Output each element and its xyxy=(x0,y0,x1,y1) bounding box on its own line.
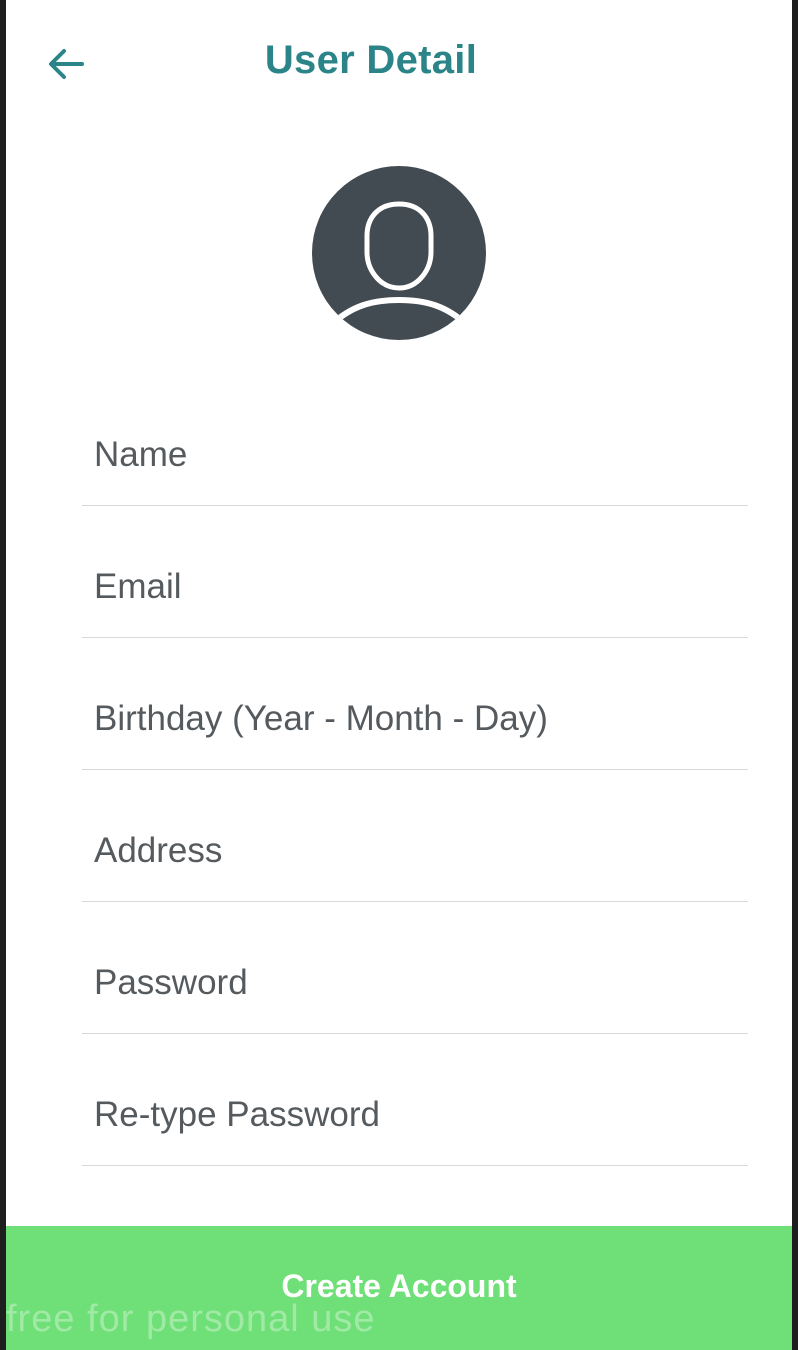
birthday-input[interactable] xyxy=(94,699,734,739)
avatar[interactable] xyxy=(312,166,486,340)
user-avatar-icon xyxy=(329,201,469,327)
birthday-field[interactable] xyxy=(82,638,748,770)
app-header: User Detail xyxy=(6,0,792,130)
page-title: User Detail xyxy=(264,38,478,82)
name-input[interactable] xyxy=(94,435,734,475)
retype-password-field[interactable] xyxy=(82,1034,748,1166)
name-field[interactable] xyxy=(82,374,748,506)
create-account-label: Create Account xyxy=(281,1267,517,1304)
address-field[interactable] xyxy=(82,770,748,902)
password-input[interactable] xyxy=(94,963,734,1003)
user-detail-screen: User Detail Create Account free for pers… xyxy=(6,0,792,1350)
password-field[interactable] xyxy=(82,902,748,1034)
email-field[interactable] xyxy=(82,506,748,638)
device-frame-right xyxy=(792,0,798,1350)
email-input[interactable] xyxy=(94,567,734,607)
retype-password-input[interactable] xyxy=(94,1095,734,1135)
address-input[interactable] xyxy=(94,831,734,871)
create-account-button[interactable]: Create Account xyxy=(6,1226,792,1350)
